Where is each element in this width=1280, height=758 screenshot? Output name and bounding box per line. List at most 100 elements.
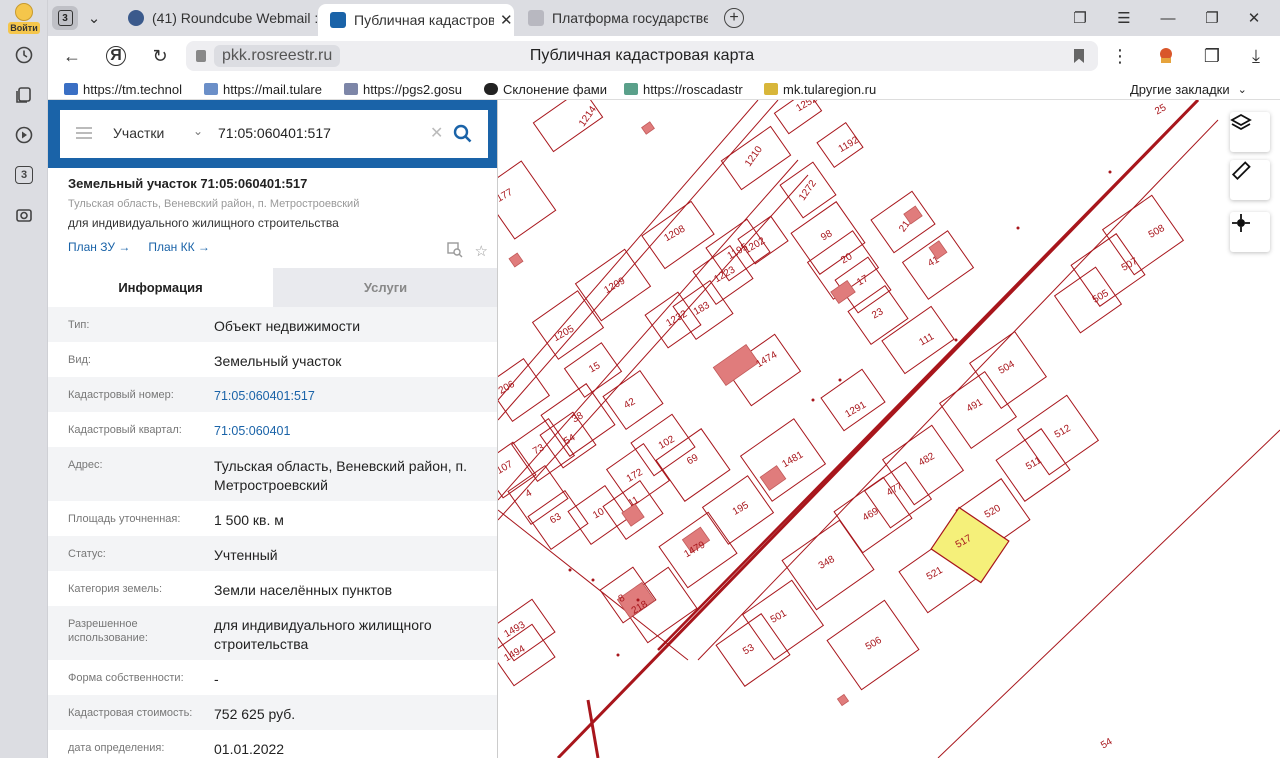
- chevron-down-icon[interactable]: ⌄: [193, 124, 203, 138]
- tab-pkk[interactable]: Публичная кадастровая ✕: [318, 4, 514, 36]
- reload-icon[interactable]: ↻: [148, 44, 172, 68]
- parcel-label: 111: [917, 331, 936, 348]
- object-header: Земельный участок 71:05:060401:517 Тульс…: [68, 176, 488, 260]
- ruler-button[interactable]: [1230, 160, 1270, 200]
- parcel-label: 504: [997, 359, 1017, 377]
- parcel-label: 1202: [742, 235, 767, 256]
- parcel-label: 102: [657, 434, 677, 452]
- close-window-icon[interactable]: ✕: [1244, 8, 1264, 28]
- box-icon: [204, 83, 218, 95]
- bookmarks-panel-icon[interactable]: ❐: [1070, 8, 1090, 28]
- bookmark-mk[interactable]: mk.tularegion.ru: [764, 80, 888, 98]
- map-dot: [636, 598, 640, 602]
- history-icon[interactable]: [11, 42, 37, 68]
- more-vertical-icon[interactable]: ⋮: [1108, 44, 1132, 68]
- parcel-label: 183: [692, 300, 712, 318]
- object-use: для индивидуального жилищного строительс…: [68, 216, 339, 230]
- row-permitted-use: Разрешенное использование: для индивидуа…: [48, 606, 497, 660]
- row-cadastral-value: Кадастровая стоимость: 752 625 руб.: [48, 695, 497, 730]
- row-type: Тип: Объект недвижимости: [48, 307, 497, 342]
- url-page-title: Публичная кадастровая карта: [529, 47, 755, 64]
- search-icon[interactable]: [453, 124, 473, 144]
- parcel-label: 25: [1153, 102, 1169, 117]
- object-address: Тульская область, Веневский район, п. Ме…: [68, 198, 360, 210]
- building: [641, 121, 655, 135]
- map-dot: [568, 568, 572, 572]
- parcel-label: 1494: [502, 643, 527, 664]
- bookmark-pgs2[interactable]: https://pgs2.gosu: [344, 80, 468, 98]
- building: [830, 279, 856, 305]
- menu-icon[interactable]: [76, 127, 92, 139]
- tab-platform[interactable]: Платформа государствен: [528, 4, 708, 32]
- tab-info[interactable]: Информация: [48, 268, 273, 307]
- star-icon[interactable]: ☆: [475, 242, 488, 262]
- tab-bar: 3 ⌄ (41) Roundcube Webmail : Публичная к…: [48, 0, 1280, 36]
- search-box: Участки ⌄ 71:05:060401:517 ✕: [60, 110, 488, 158]
- new-tab-button[interactable]: +: [724, 8, 744, 28]
- building: [508, 252, 524, 268]
- parcel-label: 1205: [551, 323, 576, 344]
- parcel-label: 1192: [837, 134, 862, 154]
- close-tab-icon[interactable]: ✕: [500, 11, 513, 29]
- parcel-label: 482: [917, 451, 937, 469]
- yandex-icon[interactable]: Я: [106, 46, 126, 66]
- extension-icon[interactable]: [1154, 44, 1178, 68]
- login-avatar[interactable]: Войти: [6, 3, 42, 34]
- parcel-label: 1223: [712, 264, 737, 285]
- layers-button[interactable]: [1230, 112, 1270, 152]
- menu-icon[interactable]: ☰: [1114, 8, 1134, 28]
- tab-count-button[interactable]: 3: [52, 6, 78, 30]
- cadastral-map[interactable]: 1214 1252 25 1210 1192 177 1272 1208 98 21 508 1209…: [498, 100, 1280, 758]
- locate-button[interactable]: [1230, 212, 1270, 252]
- map-dot: [954, 338, 958, 342]
- layer-select[interactable]: Участки: [113, 125, 164, 141]
- parcel-label: 172: [625, 467, 645, 485]
- chevron-down-icon: ⌄: [1237, 83, 1247, 96]
- building: [759, 465, 787, 491]
- glasses-icon: [484, 83, 498, 95]
- plan-zu-link[interactable]: План ЗУ →: [68, 240, 130, 254]
- parcel-label: 505: [1091, 288, 1111, 306]
- parcel-label: 11: [627, 494, 642, 509]
- screenshot-icon[interactable]: [11, 202, 37, 228]
- parcel-label: 506: [864, 635, 884, 653]
- restore-icon[interactable]: ❐: [1202, 8, 1222, 28]
- parcel-label: 15: [587, 360, 603, 375]
- avatar-icon: [15, 3, 33, 21]
- chevron-down-icon[interactable]: ⌄: [84, 8, 104, 28]
- bookmark-mail[interactable]: https://mail.tulare: [204, 80, 328, 98]
- download-icon[interactable]: ⤓: [1244, 44, 1268, 68]
- road-line: [498, 509, 689, 661]
- tab-roundcube[interactable]: (41) Roundcube Webmail :: [128, 4, 318, 32]
- row-kind: Вид: Земельный участок: [68, 353, 342, 369]
- rosreestr-icon: [330, 12, 346, 28]
- bookmark-tm[interactable]: https://tm.technol: [64, 80, 188, 98]
- clear-icon[interactable]: ✕: [430, 123, 443, 143]
- tab-services[interactable]: Услуги: [273, 268, 497, 307]
- parcel-label: 1209: [602, 275, 627, 296]
- plan-kk-link[interactable]: План КК →: [148, 240, 210, 254]
- wallet-icon[interactable]: ❐: [1200, 44, 1224, 68]
- play-icon[interactable]: [11, 122, 37, 148]
- bookmark-roscadastr[interactable]: https://roscadastr: [624, 80, 748, 98]
- parcel: [1053, 266, 1123, 334]
- bookmark-declension[interactable]: Склонение фами: [484, 80, 608, 98]
- minimize-icon[interactable]: —: [1158, 8, 1178, 28]
- map-dot: [811, 398, 815, 402]
- plan-links: План ЗУ → План КК →: [68, 240, 488, 254]
- back-icon[interactable]: ←: [60, 44, 84, 68]
- zoom-to-icon[interactable]: [446, 242, 463, 262]
- search-input[interactable]: 71:05:060401:517: [218, 125, 331, 141]
- map-dot: [591, 578, 595, 582]
- other-bookmarks[interactable]: Другие закладки ⌄: [1130, 80, 1247, 98]
- boundary-line: [937, 429, 1280, 758]
- tabs-badge[interactable]: 3: [11, 162, 37, 188]
- cadastral-quarter-link[interactable]: 71:05:060401: [214, 422, 478, 441]
- address-bar[interactable]: pkk.rosreestr.ru Публичная кадастровая к…: [186, 41, 1098, 71]
- map-canvas[interactable]: 12141252 251210 1192177 12721208 9821 5081209…: [498, 100, 1280, 758]
- collections-icon[interactable]: [11, 82, 37, 108]
- cadastral-number-link[interactable]: 71:05:060401:517: [214, 387, 478, 406]
- parcel-label: 508: [1147, 223, 1167, 241]
- map-dot: [1108, 170, 1112, 174]
- parcel-label: 63: [548, 511, 564, 526]
